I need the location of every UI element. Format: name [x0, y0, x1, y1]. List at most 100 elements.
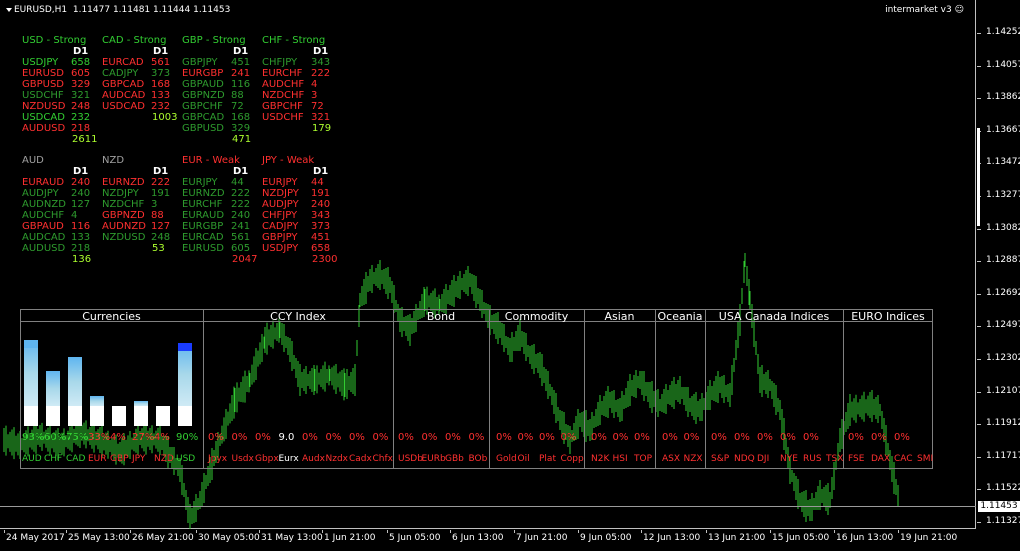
indicator-name-text: intermarket v3: [885, 5, 952, 15]
panel-label: Oil: [517, 454, 530, 464]
panel-pct: 0%: [255, 432, 271, 443]
pair-value: 222: [231, 199, 251, 210]
current-price-label: 1.11453: [978, 501, 1020, 512]
pair-value: 605: [71, 68, 91, 79]
table-row: GBPUSD 329: [22, 79, 97, 90]
time-tick-label: 5 Jun 05:00: [389, 533, 441, 543]
table-row: USDJPY 658: [262, 243, 337, 254]
panel-divider: [843, 309, 844, 469]
table-row: CADJPY 373: [262, 221, 337, 232]
time-tick-label: 26 May 21:00: [132, 533, 194, 543]
currency-strength-table: CAD - Strong D1 EURCAD 561 CADJPY 373 GBPCAD 16…: [102, 35, 177, 123]
panel-pct: 9.0: [278, 432, 295, 443]
panel-pct: 0%: [634, 432, 650, 443]
pair-value: 133: [71, 232, 91, 243]
currency-bar-fill: [24, 340, 38, 406]
panel-label: Gold: [496, 454, 517, 464]
currency-bar-base: [178, 406, 192, 426]
panel-label: DJI: [757, 454, 770, 464]
indicator-label[interactable]: intermarket v3 ☺: [885, 5, 964, 15]
panel-pct: 0%: [325, 432, 342, 443]
pair-value: 561: [231, 232, 251, 243]
time-tick-mark: [578, 530, 579, 533]
currency-bar-fill: [178, 343, 192, 406]
pair-value: 222: [311, 68, 331, 79]
price-tick-mark: [977, 98, 981, 100]
table-row: USDCAD 232: [22, 112, 97, 123]
panel-pct: 0%: [871, 432, 887, 443]
table-row: AUDCHF 4: [262, 79, 337, 90]
time-tick-mark: [898, 530, 899, 533]
menu-triangle-icon[interactable]: [6, 8, 12, 12]
panel-header: CCY Index: [270, 310, 326, 323]
panel-header: Currencies: [82, 310, 141, 323]
table-row: NZDCHF 3: [102, 199, 177, 210]
pair-symbol: NZDUSD: [22, 101, 66, 112]
table-row: EURAUD 240: [182, 210, 257, 221]
table-row: GBPNZD 88: [182, 90, 257, 101]
pair-value: 241: [231, 221, 251, 232]
panel-label: Eurx: [278, 454, 299, 464]
pair-symbol: EURUSD: [22, 68, 64, 79]
table-row: GBPCAD 168: [102, 79, 177, 90]
pair-value: 3: [311, 90, 318, 101]
pair-symbol: GBPAUD: [22, 221, 64, 232]
table-title: GBP - Strong: [182, 35, 246, 46]
pair-symbol: GBPNZD: [102, 210, 145, 221]
table-total: 471: [232, 134, 252, 145]
price-axis[interactable]: 1.14252 1.14057 1.13862 1.13667 1.13472 1.132…: [977, 0, 1020, 529]
currency-strength-table: JPY - Weak D1 EURJPY 44 NZDJPY 191 AUDJPY 240 CH…: [262, 155, 337, 265]
table-row: GBPJPY 451: [262, 232, 337, 243]
table-row: EURCHF 222: [262, 68, 337, 79]
currency-pct: 4%: [154, 432, 170, 443]
time-tick-label: 24 May 2017: [6, 533, 65, 543]
price-scale-handle[interactable]: [977, 128, 980, 226]
panel-pct: 0%: [231, 432, 248, 443]
panel-label: SMI: [917, 454, 934, 464]
price-tick-mark: [977, 489, 981, 491]
panel-label: FSE: [848, 454, 865, 464]
table-row: EURJPY 44: [262, 177, 337, 188]
pair-symbol: GBPJPY: [182, 57, 218, 68]
currency-label: NZD: [154, 454, 174, 464]
panel-header: Oceania: [657, 310, 703, 323]
panel-header: Asian: [604, 310, 635, 323]
table-title: USD - Strong: [22, 35, 87, 46]
currency-bar-peak: [24, 340, 38, 349]
panel-pct: 0%: [539, 432, 555, 443]
panel-label: Copp: [560, 454, 584, 464]
panel-pct: 0%: [349, 432, 365, 443]
table-row: AUDJPY 240: [22, 188, 97, 199]
panel-pct: 0%: [372, 432, 389, 443]
time-tick-label: 1 Jun 21:00: [324, 533, 376, 543]
panel-label: Nzdx: [325, 454, 349, 464]
currency-bar-fill: [90, 395, 104, 406]
panel-pct: 0%: [734, 432, 750, 443]
table-row: AUDNZD 127: [22, 199, 97, 210]
time-tick-label: 7 Jun 21:00: [516, 533, 568, 543]
pair-symbol: NZDJPY: [262, 188, 299, 199]
currency-bar-base: [112, 406, 126, 426]
panel-pct: 0%: [560, 432, 577, 443]
table-row: EURCHF 222: [182, 199, 257, 210]
table-row: GBPJPY 451: [182, 57, 257, 68]
currency-bar-fill: [68, 357, 82, 406]
time-tick-mark: [387, 530, 388, 533]
table-row: GBPCHF 72: [182, 101, 257, 112]
pair-value: 222: [231, 188, 251, 199]
pair-value: 4: [71, 210, 78, 221]
pair-value: 232: [151, 101, 171, 112]
table-row: NZDCHF 3: [262, 90, 337, 101]
pair-symbol: GBPAUD: [182, 79, 224, 90]
pair-symbol: GBPJPY: [262, 232, 298, 243]
currency-label: GBP: [110, 454, 129, 464]
panel-pct: 0%: [894, 432, 910, 443]
table-row: NZDUSD 248: [22, 101, 97, 112]
price-tick-mark: [977, 359, 981, 360]
ohlc-values: 1.11477 1.11481 1.11444 1.11453: [72, 5, 231, 15]
time-axis[interactable]: 24 May 2017 25 May 13:00 26 May 21:00 30 Ma…: [0, 530, 976, 551]
time-tick-label: 25 May 13:00: [68, 533, 130, 543]
table-timeframe: D1: [233, 46, 249, 57]
table-row: NZDJPY 191: [262, 188, 337, 199]
table-timeframe: D1: [153, 46, 169, 57]
